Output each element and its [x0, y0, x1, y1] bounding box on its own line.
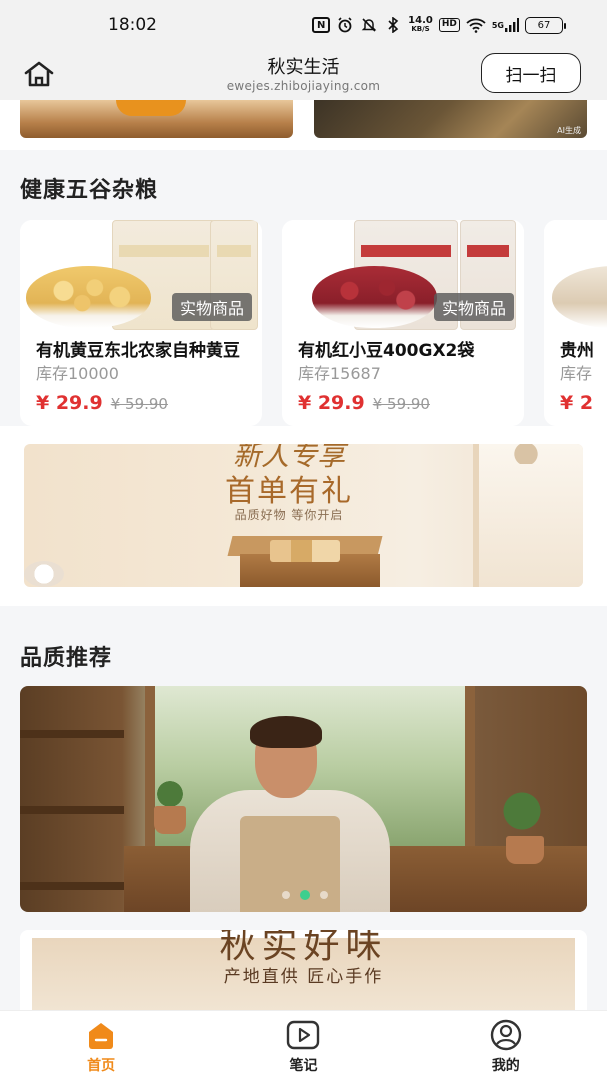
grains-section: 健康五谷杂粮 实物商品 有机黄豆东北农家自种黄豆 库存10000 ¥ 29.9 …: [0, 150, 607, 434]
wifi-icon: [466, 16, 486, 34]
product-name: 有机红小豆400GX2袋: [298, 341, 475, 361]
top-banner-strip: AI生成: [0, 100, 607, 150]
home-filled-icon: [84, 1019, 118, 1051]
product-price-current: ¥ 29.9: [298, 392, 365, 414]
tab-notes[interactable]: 笔记: [202, 1011, 404, 1080]
quality-section-title: 品质推荐: [20, 646, 113, 671]
quality-section: 品质推荐 秋实好味 产地直供 匠心手作: [0, 606, 607, 1010]
product-price: ¥ 2: [560, 392, 593, 414]
product-type-tag: 实物商品: [171, 293, 252, 321]
origin-banner[interactable]: 秋实好味 产地直供 匠心手作: [20, 930, 587, 1010]
grains-section-title: 健康五谷杂粮: [20, 178, 159, 203]
alarm-icon: [336, 16, 354, 34]
tab-home[interactable]: 首页: [0, 1011, 202, 1080]
bottom-tab-bar: 首页 笔记 我的: [0, 1010, 607, 1080]
product-name: 贵州: [560, 341, 594, 361]
product-price-current: ¥ 29.9: [36, 392, 103, 414]
product-price-original: ¥ 59.90: [372, 395, 430, 413]
main-content[interactable]: AI生成 健康五谷杂粮 实物商品 有机黄豆东北农家自种黄豆 库存10000 ¥ …: [0, 100, 607, 1010]
product-stock: 库存10000: [36, 364, 119, 383]
shelf: [20, 806, 124, 814]
plant-image: [490, 786, 554, 836]
mute-icon: [360, 16, 378, 34]
tab-notes-label: 笔记: [289, 1058, 318, 1074]
product-stock: 库存15687: [298, 364, 381, 383]
banner-image-tea-table[interactable]: AI生成: [314, 100, 587, 138]
banner-image-wood-tray[interactable]: [20, 100, 293, 138]
battery-icon: 67: [525, 16, 566, 34]
network-speed-unit: KB/S: [411, 25, 430, 33]
network-speed: 14.0 KB/S: [408, 16, 433, 34]
carousel-dot[interactable]: [320, 891, 328, 899]
tab-profile-label: 我的: [491, 1058, 520, 1074]
promo-tagline: 品质好物 等你开启: [234, 508, 344, 522]
product-price: ¥ 29.9 ¥ 59.90: [298, 392, 430, 414]
bowl-image: [26, 266, 151, 328]
scan-button[interactable]: 扫一扫: [481, 53, 581, 93]
product-type-tag: 实物商品: [433, 293, 514, 321]
nfc-icon: N: [312, 17, 331, 33]
status-bar: 18:02 N 14.0 KB/S HD 5G 67: [0, 0, 607, 50]
quality-carousel[interactable]: [20, 686, 587, 912]
video-icon: [286, 1019, 320, 1051]
battery-level: 67: [537, 19, 551, 31]
profile-icon: [489, 1019, 523, 1051]
network-type: 5G: [491, 20, 504, 30]
ai-watermark: AI生成: [557, 126, 581, 135]
tab-profile[interactable]: 我的: [405, 1011, 607, 1080]
product-price: ¥ 29.9 ¥ 59.90: [36, 392, 168, 414]
product-name: 有机黄豆东北农家自种黄豆: [36, 341, 240, 361]
product-card[interactable]: 实物商品 有机红小豆400GX2袋 库存15687 ¥ 29.9 ¥ 59.90: [282, 220, 524, 426]
bowl-image: [312, 266, 437, 328]
shelf: [20, 730, 124, 738]
hd-badge: HD: [438, 18, 460, 32]
origin-banner-image: 秋实好味 产地直供 匠心手作: [32, 930, 575, 1010]
promo-section: 新人专享 首单有礼 品质好物 等你开启: [0, 426, 607, 606]
new-user-promo-banner[interactable]: 新人专享 首单有礼 品质好物 等你开启: [24, 444, 583, 587]
gift-box-image: [227, 536, 383, 587]
product-card[interactable]: 实物商品 有机黄豆东北农家自种黄豆 库存10000 ¥ 29.9 ¥ 59.90: [20, 220, 262, 426]
promo-headline: 首单有礼: [225, 474, 353, 509]
carousel-dot[interactable]: [282, 891, 290, 899]
tab-home-label: 首页: [87, 1058, 116, 1074]
pot-image: [506, 836, 544, 864]
origin-banner-subtitle: 产地直供 匠心手作: [223, 967, 384, 987]
shelf: [20, 882, 124, 890]
bluetooth-icon: [384, 16, 402, 34]
carousel-dot-active[interactable]: [300, 890, 310, 900]
flower-decoration: [24, 561, 64, 587]
carousel-indicator: [282, 890, 328, 900]
status-icons: N 14.0 KB/S HD 5G 67: [312, 16, 566, 34]
signal-icon: 5G: [492, 16, 519, 34]
status-time: 18:02: [108, 15, 157, 35]
product-stock: 库存: [560, 364, 593, 383]
product-image-partial: [544, 220, 607, 330]
product-price-original: ¥ 59.90: [110, 395, 168, 413]
nav-header: 秋实生活 ewejes.zhibojiaying.com 扫一扫: [0, 50, 607, 100]
network-speed-value: 14.0: [408, 15, 433, 26]
product-card[interactable]: 贵州 库存 ¥ 2: [544, 220, 607, 426]
product-price-current: ¥ 2: [560, 392, 594, 414]
bowl-image: [552, 266, 607, 328]
craftsman-image: [170, 716, 400, 912]
